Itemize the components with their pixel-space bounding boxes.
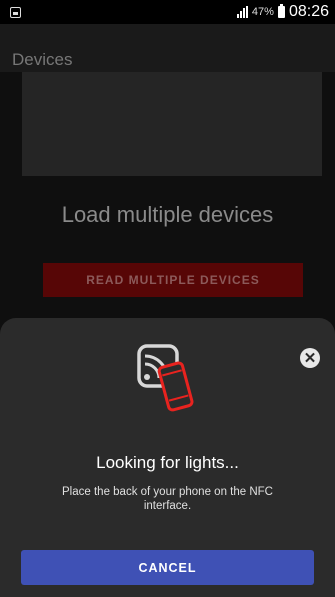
phone-icon [157, 361, 194, 412]
device-preview-area [22, 72, 322, 176]
status-bar-left [0, 6, 21, 18]
main-heading: Load multiple devices [61, 202, 274, 227]
page-title: Devices [12, 50, 73, 69]
battery-icon [277, 4, 285, 18]
status-bar: 47% 08:26 [0, 0, 335, 24]
nfc-phone-icon [137, 344, 194, 412]
status-bar-right: 47% 08:26 [236, 3, 335, 21]
battery-percent: 47% [251, 6, 274, 18]
app-bar: Devices [0, 24, 335, 72]
close-icon[interactable]: ✕ [300, 348, 320, 368]
read-multiple-devices-button[interactable]: READ MULTIPLE DEVICES [43, 263, 303, 297]
sheet-title: Looking for lights... [96, 453, 239, 472]
photo-icon [10, 6, 21, 18]
cancel-button[interactable]: CANCEL [21, 550, 314, 585]
sheet-description: Place the back of your phone on the NFC … [62, 486, 273, 512]
signal-icon [236, 6, 248, 18]
nfc-bottom-sheet: ✕ Looking for lights... Place the back o… [0, 318, 335, 597]
clock: 08:26 [288, 3, 329, 20]
